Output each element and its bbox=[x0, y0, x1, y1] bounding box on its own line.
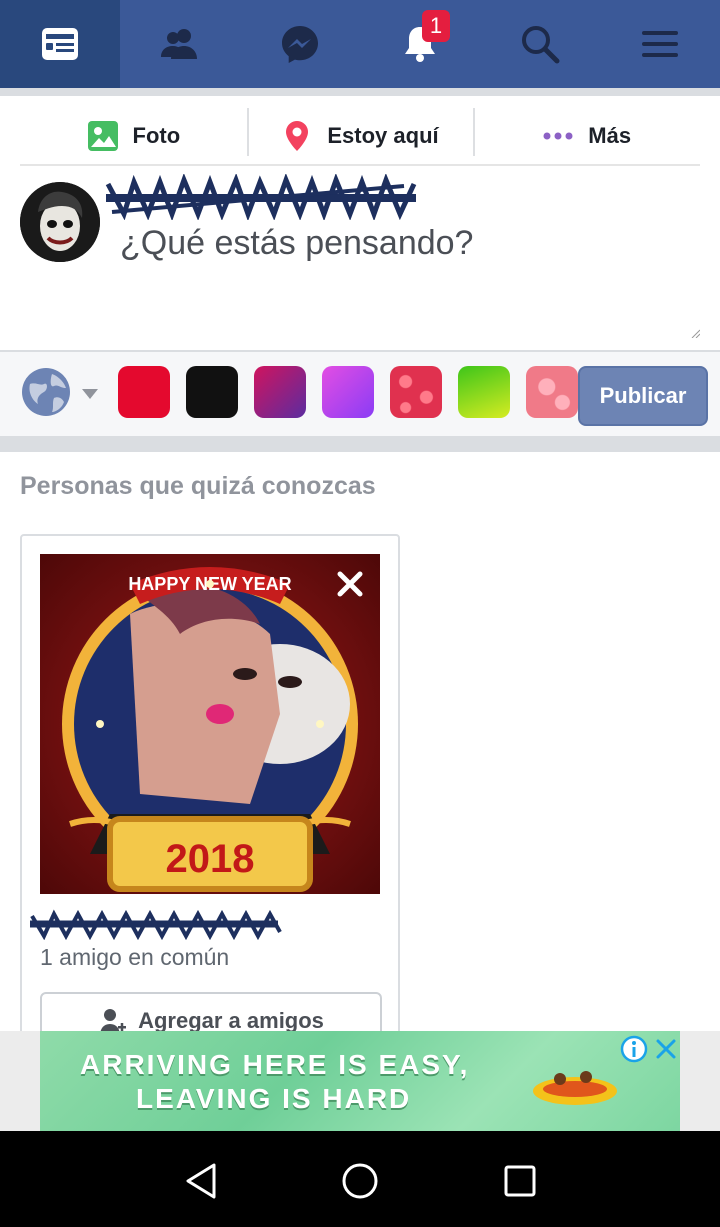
search-icon bbox=[522, 26, 560, 64]
post-composer: Foto Estoy aquí Más ¿Qué estás pensando?… bbox=[0, 96, 720, 436]
chevron-down-icon[interactable] bbox=[80, 386, 100, 402]
tab-friends[interactable] bbox=[120, 0, 240, 88]
ad-line-1: ARRIVING HERE IS EASY, bbox=[80, 1049, 470, 1080]
tab-menu[interactable] bbox=[600, 0, 720, 88]
android-navigation-bar bbox=[0, 1131, 720, 1227]
tab-messenger[interactable] bbox=[240, 0, 360, 88]
redacted-suggested-name bbox=[30, 909, 282, 940]
pymk-card: 2018 HAPPY NEW YEAR 1 amigo en común Agr… bbox=[20, 534, 400, 1054]
checkin-action-button[interactable]: Estoy aquí bbox=[246, 108, 474, 164]
globe-privacy-icon[interactable] bbox=[20, 366, 72, 418]
color-swatch-magenta-purple[interactable] bbox=[254, 366, 306, 418]
photo-year-text: 2018 bbox=[166, 837, 255, 881]
nav-divider bbox=[0, 88, 720, 96]
friends-icon bbox=[161, 29, 197, 59]
notification-badge: 1 bbox=[422, 10, 450, 42]
inflatable-boat-image bbox=[533, 1071, 617, 1105]
ad-line-2: LEAVING IS HARD bbox=[136, 1083, 412, 1114]
dismiss-suggestion-icon[interactable] bbox=[332, 566, 368, 602]
people-you-may-know: Personas que quizá conozcas 2018 HAPPY N… bbox=[0, 452, 720, 1054]
tab-news-feed[interactable] bbox=[0, 0, 120, 88]
redacted-author-name bbox=[105, 174, 417, 220]
photo-action-label: Foto bbox=[132, 123, 181, 148]
recents-icon[interactable] bbox=[498, 1159, 542, 1203]
hamburger-menu-icon bbox=[642, 31, 678, 57]
status-input[interactable]: ¿Qué estás pensando? bbox=[120, 224, 473, 263]
user-avatar[interactable] bbox=[20, 182, 100, 262]
publish-button[interactable]: Publicar bbox=[578, 366, 708, 426]
section-divider bbox=[0, 436, 720, 452]
more-dots-icon bbox=[543, 132, 573, 140]
photo-icon bbox=[87, 121, 118, 151]
color-swatch-violet[interactable] bbox=[322, 366, 374, 418]
news-feed-icon bbox=[42, 28, 78, 60]
more-action-label: Más bbox=[588, 123, 632, 148]
tab-search[interactable] bbox=[480, 0, 600, 88]
home-icon[interactable] bbox=[338, 1159, 382, 1203]
mutual-friends-count: 1 amigo en común bbox=[40, 944, 230, 970]
photo-action-button[interactable]: Foto bbox=[20, 108, 247, 164]
composer-actions: Foto Estoy aquí Más bbox=[20, 108, 700, 166]
pymk-title: Personas que quizá conozcas bbox=[20, 472, 376, 500]
color-swatch-pink-pattern[interactable] bbox=[526, 366, 578, 418]
color-swatch-green-yellow[interactable] bbox=[458, 366, 510, 418]
tab-notifications[interactable]: 1 bbox=[360, 0, 480, 88]
color-swatch-black[interactable] bbox=[186, 366, 238, 418]
profile-photo[interactable]: 2018 HAPPY NEW YEAR bbox=[40, 554, 380, 894]
ad-close-icon[interactable] bbox=[652, 1035, 680, 1063]
location-pin-icon bbox=[286, 121, 309, 151]
top-navigation-bar: 1 bbox=[0, 0, 720, 88]
composer-toolbar: Publicar bbox=[0, 350, 720, 436]
checkin-action-label: Estoy aquí bbox=[327, 123, 439, 148]
more-action-button[interactable]: Más bbox=[473, 108, 700, 164]
back-icon[interactable] bbox=[180, 1159, 224, 1203]
ad-banner[interactable]: ARRIVING HERE IS EASY, LEAVING IS HARD bbox=[40, 1031, 680, 1131]
color-swatch-red[interactable] bbox=[118, 366, 170, 418]
ad-info-icon[interactable] bbox=[620, 1035, 648, 1063]
color-swatch-hearts[interactable] bbox=[390, 366, 442, 418]
messenger-icon bbox=[282, 26, 318, 63]
ad-banner-area: ARRIVING HERE IS EASY, LEAVING IS HARD bbox=[0, 1031, 720, 1131]
resize-handle-icon bbox=[691, 329, 700, 338]
